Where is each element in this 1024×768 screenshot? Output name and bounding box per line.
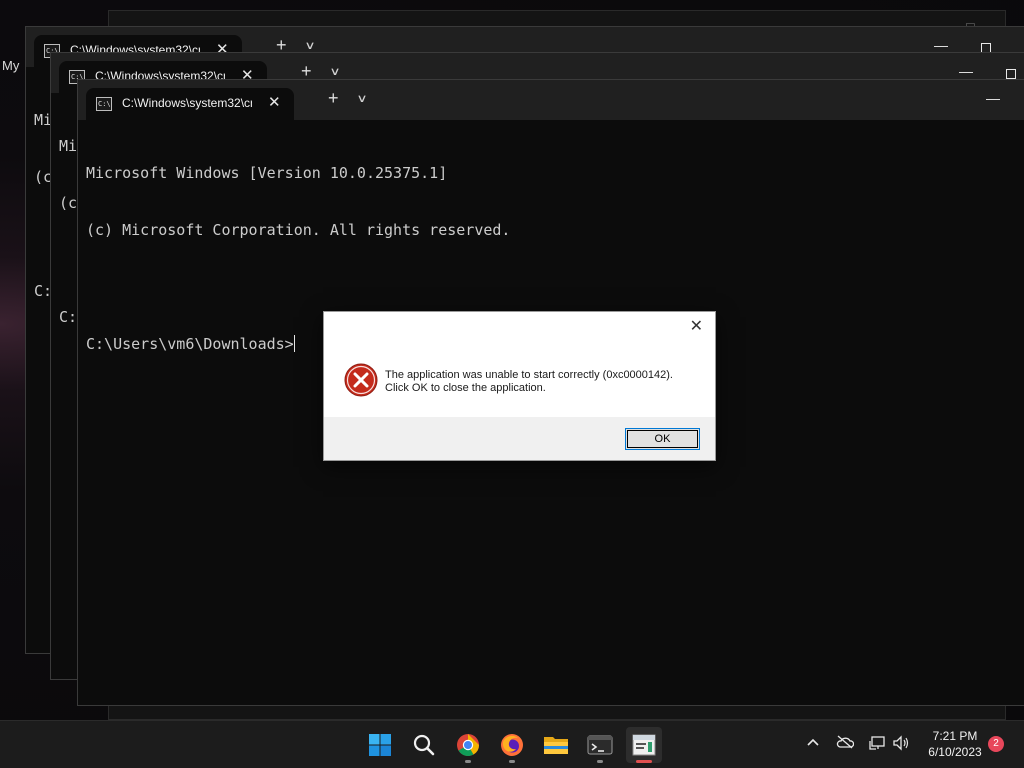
windows-logo-icon [369, 734, 391, 756]
running-indicator [509, 760, 515, 763]
close-tab-icon[interactable]: ✕ [268, 93, 281, 111]
dialog-message-line: The application was unable to start corr… [385, 369, 673, 381]
running-indicator [465, 760, 471, 763]
console-line: (c) Microsoft Corporation. All rights re… [86, 221, 511, 239]
desktop-icon-label[interactable]: My [2, 58, 19, 73]
maximize-button[interactable] [1006, 69, 1016, 79]
dialog-footer: OK [324, 417, 715, 460]
search-icon [413, 734, 435, 756]
taskbar: 7:21 PM 6/10/2023 [0, 720, 1024, 768]
network-icon[interactable] [868, 735, 886, 754]
running-indicator [597, 760, 603, 763]
firefox-icon [501, 734, 523, 756]
chevron-down-icon[interactable]: ∨ [304, 39, 315, 52]
minimize-button[interactable]: — [986, 90, 1000, 106]
clock-date: 6/10/2023 [928, 745, 982, 759]
error-icon [344, 363, 378, 397]
text-cursor [293, 335, 295, 352]
chevron-down-icon[interactable]: ∨ [329, 65, 340, 78]
console-prompt: C:\Users\vm6\Downloads> [86, 335, 294, 353]
folder-icon [544, 737, 568, 754]
chevron-down-icon[interactable]: ∨ [356, 92, 367, 105]
volume-icon[interactable] [892, 735, 910, 754]
system-clock[interactable]: 7:21 PM 6/10/2023 [918, 728, 992, 760]
onedrive-offline-icon[interactable] [836, 735, 855, 752]
chrome-icon [457, 734, 479, 756]
ok-button[interactable]: OK [625, 428, 700, 450]
new-tab-button[interactable]: + [328, 88, 339, 109]
minimize-button[interactable]: — [934, 37, 948, 53]
chevron-up-icon[interactable] [806, 735, 820, 752]
window-app-icon [632, 734, 656, 756]
minimize-button[interactable]: — [959, 63, 973, 79]
error-dialog: ✕ The application was unable to start co… [323, 311, 716, 461]
terminal-icon [587, 735, 613, 755]
dialog-message-line: Click OK to close the application. [385, 382, 546, 394]
cmd-icon: C:\ [96, 97, 112, 111]
tab-title: C:\Windows\system32\cmd.e [122, 96, 252, 110]
title-bar[interactable]: C:\ C:\Windows\system32\cmd.e ✕ + ∨ — [78, 80, 1024, 120]
close-icon[interactable]: ✕ [690, 316, 703, 336]
clock-time: 7:21 PM [932, 729, 978, 743]
taskbar-app-chrome[interactable] [450, 727, 486, 763]
start-button[interactable] [362, 727, 398, 763]
terminal-tab[interactable]: C:\ C:\Windows\system32\cmd.e ✕ [86, 88, 294, 120]
taskbar-app-firefox[interactable] [494, 727, 530, 763]
taskbar-app-active[interactable] [626, 727, 662, 763]
notification-badge[interactable]: 2 [988, 736, 1004, 752]
console-line: Microsoft Windows [Version 10.0.25375.1] [86, 164, 448, 182]
dialog-message: The application was unable to start corr… [385, 369, 673, 395]
taskbar-app-terminal[interactable] [582, 727, 618, 763]
search-button[interactable] [406, 727, 442, 763]
active-indicator [636, 760, 652, 763]
taskbar-app-file-explorer[interactable] [538, 727, 574, 763]
